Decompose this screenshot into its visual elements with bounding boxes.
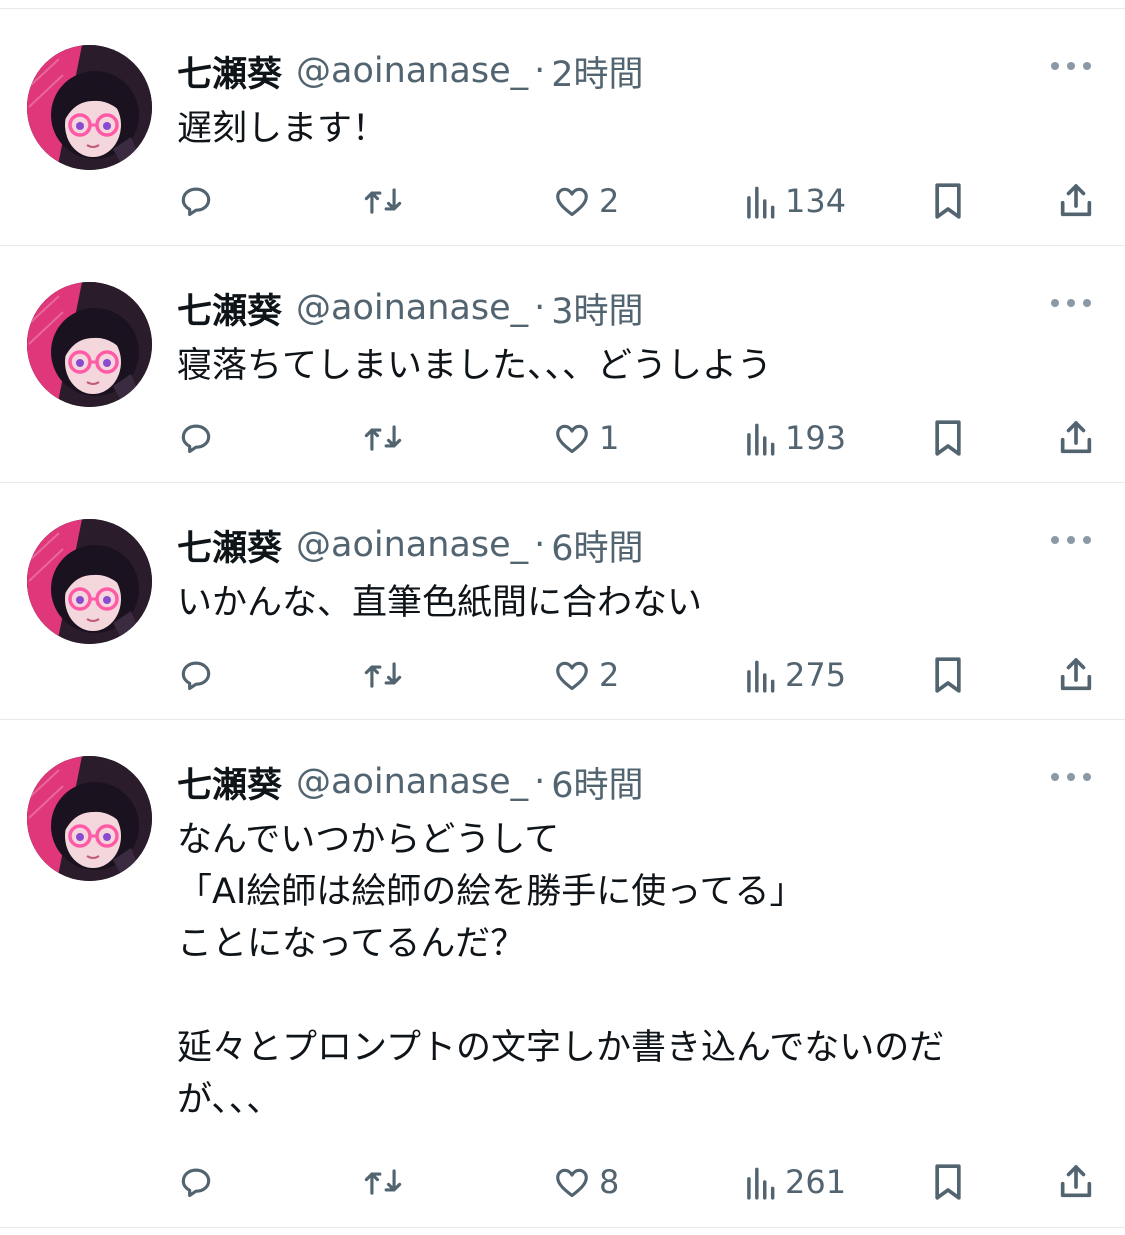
bookmark-button[interactable] [930,418,966,458]
views-button[interactable]: 134 [743,181,846,221]
handle[interactable]: @aoinanase_ [296,762,528,802]
tweet-body: 七瀬葵 @aoinanase_ · 3時間 寝落ちてしまいました、、、どうしよう [177,284,1085,392]
separator-dot: · [534,288,546,328]
bookmark-icon [935,420,961,456]
views-icon [747,423,775,456]
timestamp[interactable]: 2時間 [551,46,643,97]
avatar[interactable] [27,45,152,170]
top-divider [0,0,1125,9]
action-bar: 2 134 [0,181,1125,221]
tweet-text: なんでいつからどうして 「AI絵師は絵師の絵を勝手に使ってる」 ことになってるん… [177,820,945,1120]
share-icon [1060,658,1092,691]
reply-button[interactable] [177,418,215,458]
retweet-button[interactable] [361,418,405,458]
display-name[interactable]: 七瀬葵 [177,520,282,571]
view-count: 134 [785,182,847,220]
reply-icon [181,1168,211,1198]
share-icon [1060,1165,1092,1198]
bookmark-button[interactable] [930,181,966,221]
views-button[interactable]: 193 [743,418,846,458]
reply-button[interactable] [177,655,215,695]
reply-button[interactable] [177,1162,215,1202]
retweet-icon [364,1169,402,1195]
share-button[interactable] [1056,655,1096,695]
tweet-header: 七瀬葵 @aoinanase_ · 3時間 [177,284,1085,332]
timestamp[interactable]: 6時間 [551,520,643,571]
bookmark-icon [935,657,961,693]
like-count: 1 [599,419,620,457]
tweet-text: 寝落ちてしまいました、、、どうしよう [177,346,773,386]
tweet[interactable]: 七瀬葵 @aoinanase_ · 6時間 いかんな、直筆色紙間に合わない 2 … [0,483,1125,720]
avatar[interactable] [27,282,152,407]
tweet-body: 七瀬葵 @aoinanase_ · 6時間 いかんな、直筆色紙間に合わない [177,521,1085,629]
tweet-text: いかんな、直筆色紙間に合わない [177,583,703,623]
bookmark-button[interactable] [930,655,966,695]
tweet-header: 七瀬葵 @aoinanase_ · 2時間 [177,47,1085,95]
tweet[interactable]: 七瀬葵 @aoinanase_ · 2時間 遅刻します！ 2 134 [0,9,1125,246]
tweet[interactable]: 七瀬葵 @aoinanase_ · 3時間 寝落ちてしまいました、、、どうしよう… [0,246,1125,483]
handle[interactable]: @aoinanase_ [296,525,528,565]
bookmark-icon [935,183,961,219]
timestamp[interactable]: 6時間 [551,757,643,808]
tweet-body: 七瀬葵 @aoinanase_ · 6時間 なんでいつからどうして 「AI絵師は… [177,758,1085,1126]
like-icon [556,661,588,691]
action-bar: 2 275 [0,655,1125,695]
action-bar: 1 193 [0,418,1125,458]
views-button[interactable]: 261 [743,1162,846,1202]
like-button[interactable]: 8 [553,1162,619,1202]
like-icon [556,424,588,454]
like-icon [556,1168,588,1198]
views-button[interactable]: 275 [743,655,846,695]
avatar[interactable] [27,756,152,881]
separator-dot: · [534,51,546,91]
tweet-header: 七瀬葵 @aoinanase_ · 6時間 [177,758,1085,806]
share-button[interactable] [1056,418,1096,458]
views-icon [747,660,775,693]
action-bar: 8 261 [0,1162,1125,1202]
bookmark-icon [935,1164,961,1200]
like-count: 2 [599,656,620,694]
like-button[interactable]: 2 [553,181,619,221]
bookmark-button[interactable] [930,1162,966,1202]
tweet-text: 遅刻します！ [177,109,388,149]
like-count: 2 [599,182,620,220]
retweet-button[interactable] [361,1162,405,1202]
reply-button[interactable] [177,181,215,221]
share-button[interactable] [1056,1162,1096,1202]
tweet[interactable]: 七瀬葵 @aoinanase_ · 6時間 なんでいつからどうして 「AI絵師は… [0,720,1125,1228]
handle[interactable]: @aoinanase_ [296,288,528,328]
retweet-button[interactable] [361,655,405,695]
tweet-header: 七瀬葵 @aoinanase_ · 6時間 [177,521,1085,569]
separator-dot: · [534,762,546,802]
display-name[interactable]: 七瀬葵 [177,283,282,334]
avatar[interactable] [27,519,152,644]
display-name[interactable]: 七瀬葵 [177,757,282,808]
share-button[interactable] [1056,181,1096,221]
like-icon [556,187,588,217]
like-button[interactable]: 1 [553,418,619,458]
retweet-button[interactable] [361,181,405,221]
view-count: 193 [785,419,847,457]
retweet-icon [364,662,402,688]
tweet-body: 七瀬葵 @aoinanase_ · 2時間 遅刻します！ [177,47,1085,155]
views-icon [747,1167,775,1200]
share-icon [1060,421,1092,454]
view-count: 275 [785,656,847,694]
handle[interactable]: @aoinanase_ [296,51,528,91]
reply-icon [181,187,211,217]
reply-icon [181,661,211,691]
retweet-icon [364,425,402,451]
view-count: 261 [785,1163,847,1201]
retweet-icon [364,188,402,214]
reply-icon [181,424,211,454]
display-name[interactable]: 七瀬葵 [177,46,282,97]
like-button[interactable]: 2 [553,655,619,695]
share-icon [1060,184,1092,217]
views-icon [747,186,775,219]
like-count: 8 [599,1163,620,1201]
separator-dot: · [534,525,546,565]
timestamp[interactable]: 3時間 [551,283,643,334]
